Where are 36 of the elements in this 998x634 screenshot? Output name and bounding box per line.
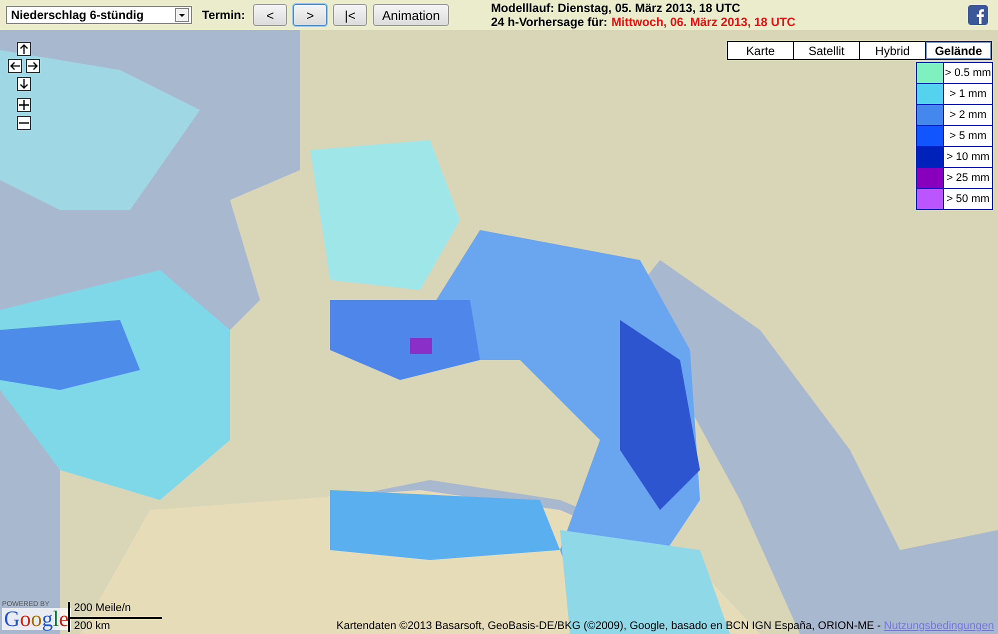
arrow-left-icon [9,60,21,72]
facebook-icon[interactable] [968,5,988,25]
toolbar-button[interactable]: Animation [373,4,449,26]
legend-label: > 2 mm [948,108,988,123]
map-type-button[interactable]: Satellit [793,41,860,60]
pan-right-button[interactable] [26,59,40,73]
forecast-time: Mittwoch, 06. März 2013, 18 UTC [611,15,796,29]
toolbar-button[interactable]: > [293,4,328,26]
attribution-text: Kartendaten ©2013 Basarsoft, GeoBasis-DE/BKG (©2009), Google, basado en BCN IGN España, ORION-ME - [336,620,882,632]
arrow-up-icon [18,43,30,55]
arrow-right-icon [27,60,39,72]
model-run-text: Modelllauf: Dienstag, 05. März 2013, 18 UTC [490,1,742,15]
pan-up-button[interactable] [17,42,31,56]
google-logo: Google [2,608,71,630]
map-type-button[interactable]: Gelände [925,41,992,60]
forecast-label: 24 h-Vorhersage für: [490,15,608,29]
legend-label: > 1 mm [948,87,988,102]
plus-icon [18,99,30,111]
termin-label: Termin: [202,8,246,22]
legend-label: > 50 mm [945,192,991,207]
toolbar-button[interactable]: |< [333,4,368,26]
pan-down-button[interactable] [17,77,31,91]
scale-miles: 200 Meile/n [74,602,132,614]
legend-label: > 5 mm [948,129,988,144]
toolbar-button[interactable]: < [253,4,288,26]
zoom-in-button[interactable] [17,98,31,112]
zoom-out-button[interactable] [17,116,31,130]
map-type-button[interactable]: Karte [727,41,794,60]
scale-km: 200 km [74,620,112,632]
legend-label: > 0.5 mm [944,66,992,81]
map-type-button[interactable]: Hybrid [859,41,926,60]
legend-label: > 25 mm [945,171,991,186]
product-select[interactable]: Niederschlag 6-stündig [6,6,192,24]
pan-left-button[interactable] [8,59,22,73]
arrow-down-icon [18,78,30,90]
legend-label: > 10 mm [945,150,991,165]
